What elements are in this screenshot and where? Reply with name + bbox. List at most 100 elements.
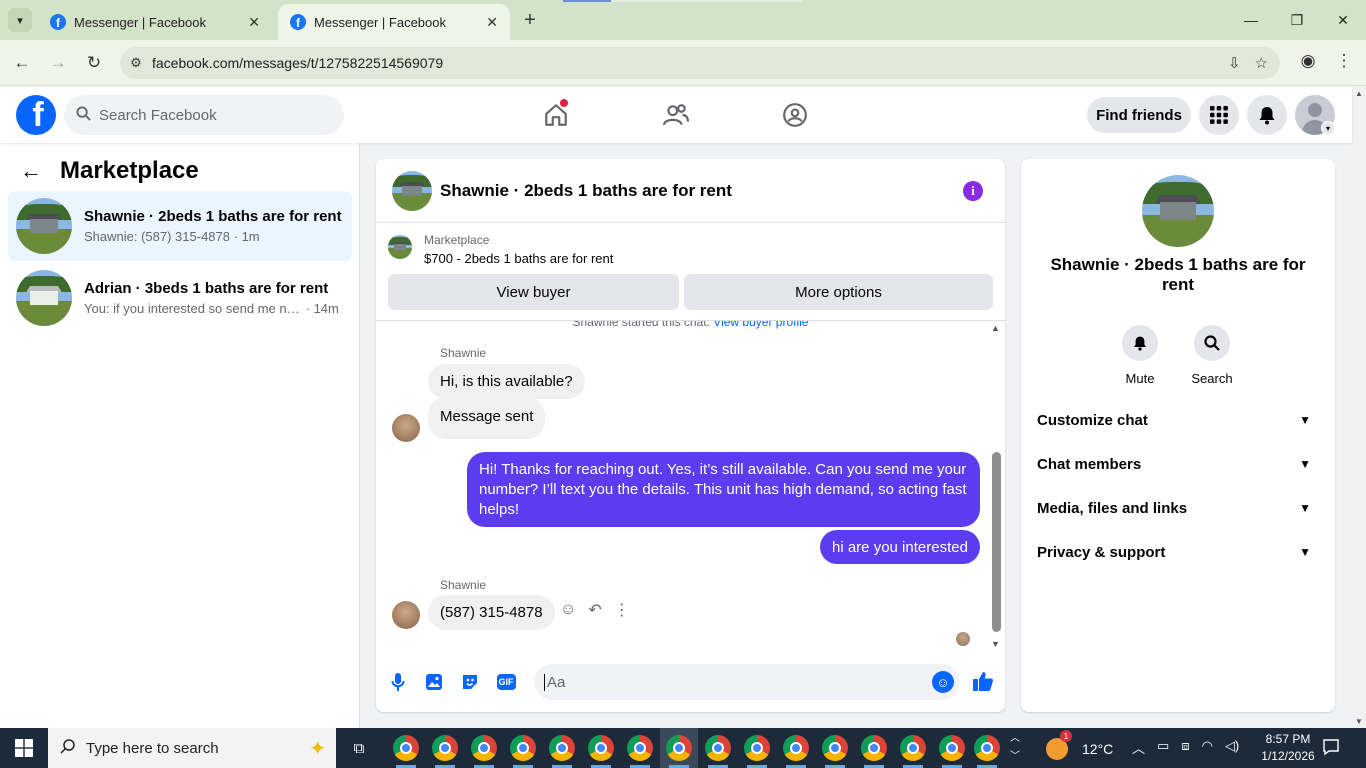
- account-chevron-icon[interactable]: ▾: [1321, 121, 1335, 135]
- minimize-button[interactable]: —: [1228, 0, 1274, 40]
- message-bubble-outgoing[interactable]: hi are you interested: [820, 530, 980, 564]
- message-bubble-incoming[interactable]: Message sent: [428, 397, 546, 439]
- menu-grid-button[interactable]: [1199, 95, 1239, 135]
- groups-nav[interactable]: [775, 95, 815, 135]
- battery-icon[interactable]: ▭: [1157, 738, 1169, 757]
- chat-scrollbar[interactable]: ▲ ▼: [989, 321, 1003, 651]
- chrome-icon[interactable]: [432, 735, 458, 761]
- chrome-icon[interactable]: [783, 735, 809, 761]
- view-buyer-button[interactable]: View buyer: [388, 274, 679, 310]
- wifi-icon[interactable]: ◠: [1202, 738, 1213, 757]
- emoji-icon[interactable]: ☺: [932, 671, 954, 693]
- chat-members-section[interactable]: Chat members ▼: [1037, 444, 1319, 484]
- volume-icon[interactable]: ◁): [1225, 738, 1239, 757]
- view-buyer-profile-link[interactable]: View buyer profile: [713, 321, 808, 329]
- conversation-item-shawnie[interactable]: Shawnie · 2beds 1 baths are for rent Sha…: [8, 191, 352, 261]
- tab-close-icon[interactable]: ✕: [486, 14, 498, 31]
- taskbar-overflow-chevron-icon[interactable]: ︿ ﹀: [1010, 730, 1020, 766]
- browser-tab-2[interactable]: f Messenger | Facebook ✕: [278, 4, 510, 40]
- scroll-up-icon[interactable]: ▲: [991, 323, 1000, 333]
- photo-icon[interactable]: [423, 671, 445, 693]
- more-actions-icon[interactable]: ⋮: [614, 600, 630, 620]
- restore-button[interactable]: ❐: [1274, 0, 1320, 40]
- media-files-links-section[interactable]: Media, files and links ▼: [1037, 488, 1319, 528]
- chat-listing-thumbnail[interactable]: [392, 170, 432, 211]
- browser-tab-1[interactable]: f Messenger | Facebook ✕: [38, 4, 272, 40]
- address-bar[interactable]: ⚙ facebook.com/messages/t/12758225145690…: [120, 47, 1280, 79]
- url-text[interactable]: facebook.com/messages/t/1275822514569079: [152, 55, 1228, 71]
- scrollbar-thumb[interactable]: [992, 452, 1001, 632]
- microphone-icon[interactable]: [387, 671, 409, 693]
- chrome-icon[interactable]: [471, 735, 497, 761]
- chrome-icon[interactable]: [549, 735, 575, 761]
- task-view-icon[interactable]: ⧉: [344, 736, 374, 760]
- find-friends-button[interactable]: Find friends: [1087, 97, 1191, 133]
- chrome-icon[interactable]: [705, 735, 731, 761]
- chrome-icon[interactable]: [744, 735, 770, 761]
- windows-start-icon[interactable]: [0, 728, 48, 768]
- back-arrow-icon[interactable]: ←: [20, 158, 42, 184]
- privacy-support-section[interactable]: Privacy & support ▼: [1037, 532, 1319, 572]
- info-icon[interactable]: i: [963, 181, 983, 201]
- chrome-icon[interactable]: [588, 735, 614, 761]
- message-bubble-outgoing[interactable]: Hi! Thanks for reaching out. Yes, it’s s…: [467, 452, 980, 527]
- chat-title[interactable]: Shawnie · 2beds 1 baths are for rent: [440, 181, 732, 201]
- chrome-icon[interactable]: [627, 735, 653, 761]
- taskbar-search[interactable]: Type here to search ✦: [48, 728, 336, 768]
- scroll-down-icon[interactable]: ▼: [1355, 717, 1363, 726]
- taskbar-search-text[interactable]: Type here to search: [86, 740, 219, 757]
- home-nav[interactable]: [536, 95, 576, 135]
- chrome-icon[interactable]: [393, 735, 419, 761]
- friends-nav[interactable]: [656, 95, 696, 135]
- chrome-icon[interactable]: [666, 735, 692, 761]
- forward-button[interactable]: →: [45, 50, 71, 76]
- chrome-icon[interactable]: [974, 735, 1000, 761]
- reload-button[interactable]: ↻: [81, 50, 107, 76]
- device-icon[interactable]: ⧈: [1181, 738, 1189, 757]
- facebook-logo[interactable]: f: [16, 95, 56, 135]
- back-button[interactable]: ←: [9, 50, 35, 76]
- sender-avatar[interactable]: [392, 414, 420, 442]
- more-options-button[interactable]: More options: [684, 274, 993, 310]
- page-scrollbar[interactable]: ▲ ▼: [1352, 87, 1366, 728]
- browser-profile-icon[interactable]: ◉: [1296, 51, 1320, 75]
- mute-action[interactable]: Mute: [1110, 325, 1170, 386]
- site-info-icon[interactable]: ⚙: [120, 55, 152, 71]
- chrome-icon[interactable]: [510, 735, 536, 761]
- weather-widget[interactable]: 1 12°C: [1046, 730, 1113, 760]
- facebook-search-input[interactable]: [99, 106, 319, 124]
- details-listing-thumbnail[interactable]: [1142, 175, 1214, 247]
- facebook-search[interactable]: [64, 95, 344, 135]
- chrome-icon[interactable]: [822, 735, 848, 761]
- tray-chevron-up-icon[interactable]: ︿: [1132, 738, 1145, 757]
- scroll-up-icon[interactable]: ▲: [1355, 89, 1363, 98]
- browser-menu-icon[interactable]: ⋮: [1332, 51, 1356, 75]
- message-thread[interactable]: Shawnie started this chat. View buyer pr…: [376, 321, 1005, 651]
- scroll-down-icon[interactable]: ▼: [991, 639, 1000, 649]
- conversation-item-adrian[interactable]: Adrian · 3beds 1 baths are for rent You:…: [8, 263, 352, 333]
- search-icon[interactable]: [1194, 325, 1230, 361]
- new-tab-button[interactable]: +: [518, 8, 542, 32]
- notification-center-icon[interactable]: [1322, 738, 1344, 758]
- notifications-button[interactable]: [1247, 95, 1287, 135]
- react-smiley-icon[interactable]: ☺: [560, 601, 576, 619]
- bookmark-star-icon[interactable]: ☆: [1255, 54, 1268, 72]
- install-app-icon[interactable]: ⇩: [1228, 54, 1241, 72]
- sender-avatar[interactable]: [392, 601, 420, 629]
- thumbs-up-icon[interactable]: [972, 670, 994, 692]
- tab-search-chevron-icon[interactable]: ▾: [8, 8, 32, 32]
- bell-icon[interactable]: [1122, 325, 1158, 361]
- message-bubble-incoming[interactable]: Hi, is this available?: [428, 364, 585, 399]
- chrome-icon[interactable]: [861, 735, 887, 761]
- message-input[interactable]: [544, 673, 914, 691]
- chrome-icon[interactable]: [939, 735, 965, 761]
- sticker-icon[interactable]: [459, 671, 481, 693]
- listing-price[interactable]: $700 - 2beds 1 baths are for rent: [424, 251, 613, 266]
- chrome-icon[interactable]: [900, 735, 926, 761]
- customize-chat-section[interactable]: Customize chat ▼: [1037, 400, 1319, 440]
- message-input-box[interactable]: ☺: [534, 664, 960, 700]
- gif-icon[interactable]: GIF: [495, 671, 517, 693]
- taskbar-clock[interactable]: 8:57 PM 1/12/2026: [1256, 731, 1320, 765]
- message-bubble-incoming[interactable]: (587) 315-4878: [428, 595, 555, 630]
- tab-close-icon[interactable]: ✕: [248, 14, 260, 31]
